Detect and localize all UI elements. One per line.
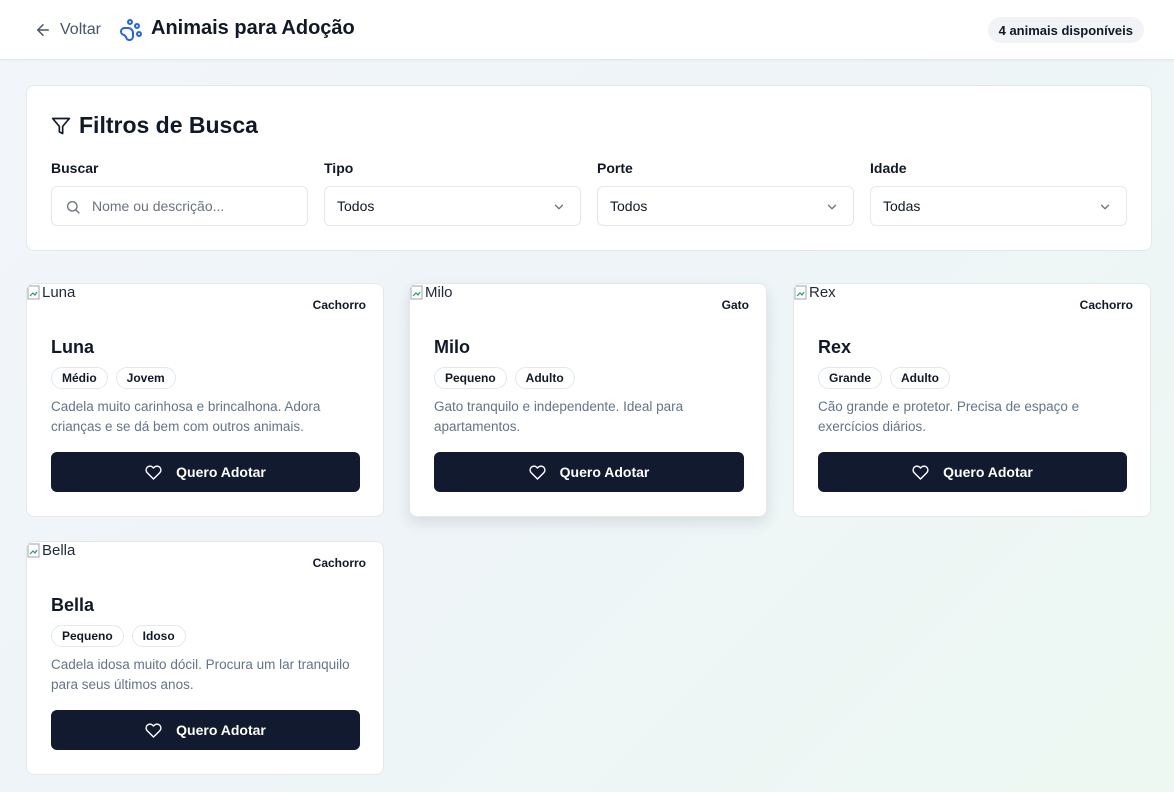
animal-image: Bella <box>27 542 75 559</box>
idade-label: Idade <box>870 160 907 176</box>
tipo-filter: Tipo Todos <box>324 160 581 226</box>
adopt-button[interactable]: Quero Adotar <box>434 452 744 492</box>
animal-card: Luna Cachorro Luna Médio Jovem Cadela mu… <box>26 283 384 517</box>
age-tag: Adulto <box>890 367 951 389</box>
chevron-down-icon <box>554 204 564 210</box>
arrow-left-icon <box>37 24 49 36</box>
idade-value: Todas <box>883 198 921 214</box>
animal-image: Rex <box>794 284 836 301</box>
heart-icon <box>145 464 162 480</box>
porte-value: Todos <box>610 198 648 214</box>
search-filter: Buscar Nome ou descrição... <box>51 160 308 226</box>
page-title: Animais para Adoção <box>151 17 355 39</box>
paw-print-icon <box>120 19 142 41</box>
animal-description: Gato tranquilo e independente. Ideal par… <box>434 399 684 434</box>
available-count-badge: 4 animais disponíveis <box>987 17 1144 43</box>
animal-name: Luna <box>51 337 94 357</box>
broken-image-icon <box>27 285 40 299</box>
size-tag: Pequeno <box>51 625 124 647</box>
adopt-button[interactable]: Quero Adotar <box>51 710 360 750</box>
tipo-select[interactable]: Todos <box>324 186 581 226</box>
search-input[interactable]: Nome ou descrição... <box>51 186 308 226</box>
top-bar: Voltar Animais para Adoção 4 animais dis… <box>0 0 1174 60</box>
tipo-label: Tipo <box>324 160 354 176</box>
broken-image-icon <box>410 285 423 299</box>
animal-type-badge: Cachorro <box>1079 298 1133 312</box>
animal-tags: Médio Jovem <box>51 367 176 389</box>
size-tag: Médio <box>51 367 108 389</box>
filters-title: Filtros de Busca <box>79 112 258 138</box>
adopt-button-label: Quero Adotar <box>176 464 266 480</box>
animal-tags: Grande Adulto <box>818 367 951 389</box>
animal-name: Bella <box>51 595 95 615</box>
animal-type-badge: Cachorro <box>312 298 366 312</box>
animal-description: Cão grande e protetor. Precisa de espaço… <box>818 399 1080 434</box>
broken-image-icon <box>27 543 40 557</box>
adopt-button[interactable]: Quero Adotar <box>818 452 1127 492</box>
heart-icon <box>912 464 929 480</box>
adopt-button-label: Quero Adotar <box>943 464 1033 480</box>
search-filters-panel: Filtros de Busca Buscar Nome ou descriçã… <box>26 85 1152 251</box>
image-alt-text: Luna <box>42 284 76 301</box>
animal-tags: Pequeno Idoso <box>51 625 186 647</box>
age-tag: Idoso <box>131 625 186 647</box>
animal-image: Luna <box>27 284 75 301</box>
image-alt-text: Milo <box>425 284 453 301</box>
animal-name: Milo <box>434 337 470 357</box>
animal-type-badge: Cachorro <box>312 556 366 570</box>
search-icon <box>67 201 80 214</box>
image-alt-text: Rex <box>809 284 836 301</box>
animal-description: Cadela muito carinhosa e brincalhona. Ad… <box>51 399 321 434</box>
adopt-button-label: Quero Adotar <box>176 722 266 738</box>
animal-card: Rex Cachorro Rex Grande Adulto Cão grand… <box>793 283 1151 517</box>
chevron-down-icon <box>1100 204 1110 210</box>
size-tag: Pequeno <box>434 367 507 389</box>
idade-filter: Idade Todas <box>870 160 1127 226</box>
age-tag: Jovem <box>115 367 176 389</box>
adopt-button-label: Quero Adotar <box>559 464 650 480</box>
search-label: Buscar <box>51 160 99 176</box>
size-tag: Grande <box>818 367 883 389</box>
filters-header: Filtros de Busca <box>51 112 258 139</box>
animal-card: Milo Gato Milo Pequeno Adulto Gato tranq… <box>409 283 767 517</box>
age-tag: Adulto <box>514 367 575 389</box>
back-button[interactable]: Voltar <box>34 18 101 42</box>
chevron-down-icon <box>827 204 837 210</box>
broken-image-icon <box>794 285 807 299</box>
tipo-value: Todos <box>337 198 375 214</box>
idade-select[interactable]: Todas <box>870 186 1127 226</box>
back-label: Voltar <box>60 21 101 38</box>
animal-image: Milo <box>410 284 453 301</box>
animal-card: Bella Cachorro Bella Pequeno Idoso Cadel… <box>26 541 384 775</box>
heart-icon <box>145 722 162 738</box>
animal-name: Rex <box>818 337 852 357</box>
filter-funnel-icon <box>51 117 71 134</box>
image-alt-text: Bella <box>42 542 76 559</box>
porte-select[interactable]: Todos <box>597 186 854 226</box>
porte-filter: Porte Todos <box>597 160 854 226</box>
porte-label: Porte <box>597 160 633 176</box>
animal-type-badge: Gato <box>721 298 749 312</box>
heart-icon <box>529 464 546 480</box>
adopt-button[interactable]: Quero Adotar <box>51 452 360 492</box>
animal-description: Cadela idosa muito dócil. Procura um lar… <box>51 657 350 692</box>
animal-tags: Pequeno Adulto <box>434 367 575 389</box>
search-placeholder: Nome ou descrição... <box>92 198 225 214</box>
